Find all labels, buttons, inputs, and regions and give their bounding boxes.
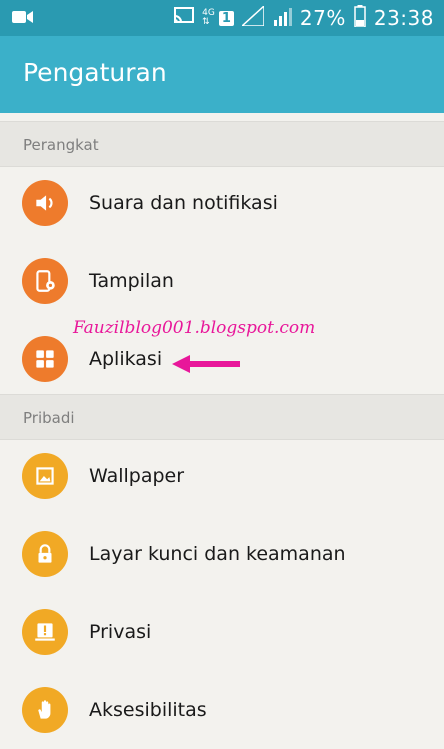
sim-badge: 1 bbox=[218, 10, 234, 26]
hand-icon bbox=[22, 687, 68, 733]
network-type-indicator: 4G ⇅ bbox=[202, 8, 215, 27]
section-header-pribadi: Pribadi bbox=[0, 394, 444, 440]
arrow-left-icon bbox=[172, 355, 240, 373]
signal-1-icon bbox=[239, 4, 265, 30]
signal-2-icon bbox=[272, 6, 292, 30]
settings-item-tampilan[interactable]: Tampilan bbox=[0, 242, 444, 320]
settings-item-layar-kunci[interactable]: Layar kunci dan keamanan bbox=[0, 515, 444, 593]
item-label: Wallpaper bbox=[89, 465, 185, 487]
display-settings-icon bbox=[22, 258, 68, 304]
item-label: Privasi bbox=[89, 621, 152, 643]
section-header-perangkat: Perangkat bbox=[0, 121, 444, 167]
video-icon bbox=[12, 9, 34, 29]
battery-icon bbox=[354, 5, 366, 31]
privacy-icon bbox=[22, 609, 68, 655]
page-title: Pengaturan bbox=[23, 58, 167, 87]
clock: 23:38 bbox=[373, 6, 434, 30]
app-bar: Pengaturan bbox=[0, 36, 444, 113]
status-bar: 4G ⇅ 1 27% 23:38 bbox=[0, 0, 444, 36]
watermark-text: Fauzilblog001.blogspot.com bbox=[73, 318, 316, 338]
item-label: Aksesibilitas bbox=[89, 699, 207, 721]
item-label: Layar kunci dan keamanan bbox=[89, 543, 346, 565]
speaker-icon bbox=[22, 180, 68, 226]
battery-percent: 27% bbox=[299, 6, 346, 30]
item-label: Tampilan bbox=[89, 270, 174, 292]
lock-icon bbox=[22, 531, 68, 577]
cast-icon bbox=[174, 7, 195, 29]
item-label: Suara dan notifikasi bbox=[89, 192, 278, 214]
image-icon bbox=[22, 453, 68, 499]
settings-item-wallpaper[interactable]: Wallpaper bbox=[0, 437, 444, 515]
apps-grid-icon bbox=[22, 336, 68, 382]
settings-item-aksesibilitas[interactable]: Aksesibilitas bbox=[0, 671, 444, 749]
settings-item-privasi[interactable]: Privasi bbox=[0, 593, 444, 671]
settings-item-suara-notifikasi[interactable]: Suara dan notifikasi bbox=[0, 164, 444, 242]
